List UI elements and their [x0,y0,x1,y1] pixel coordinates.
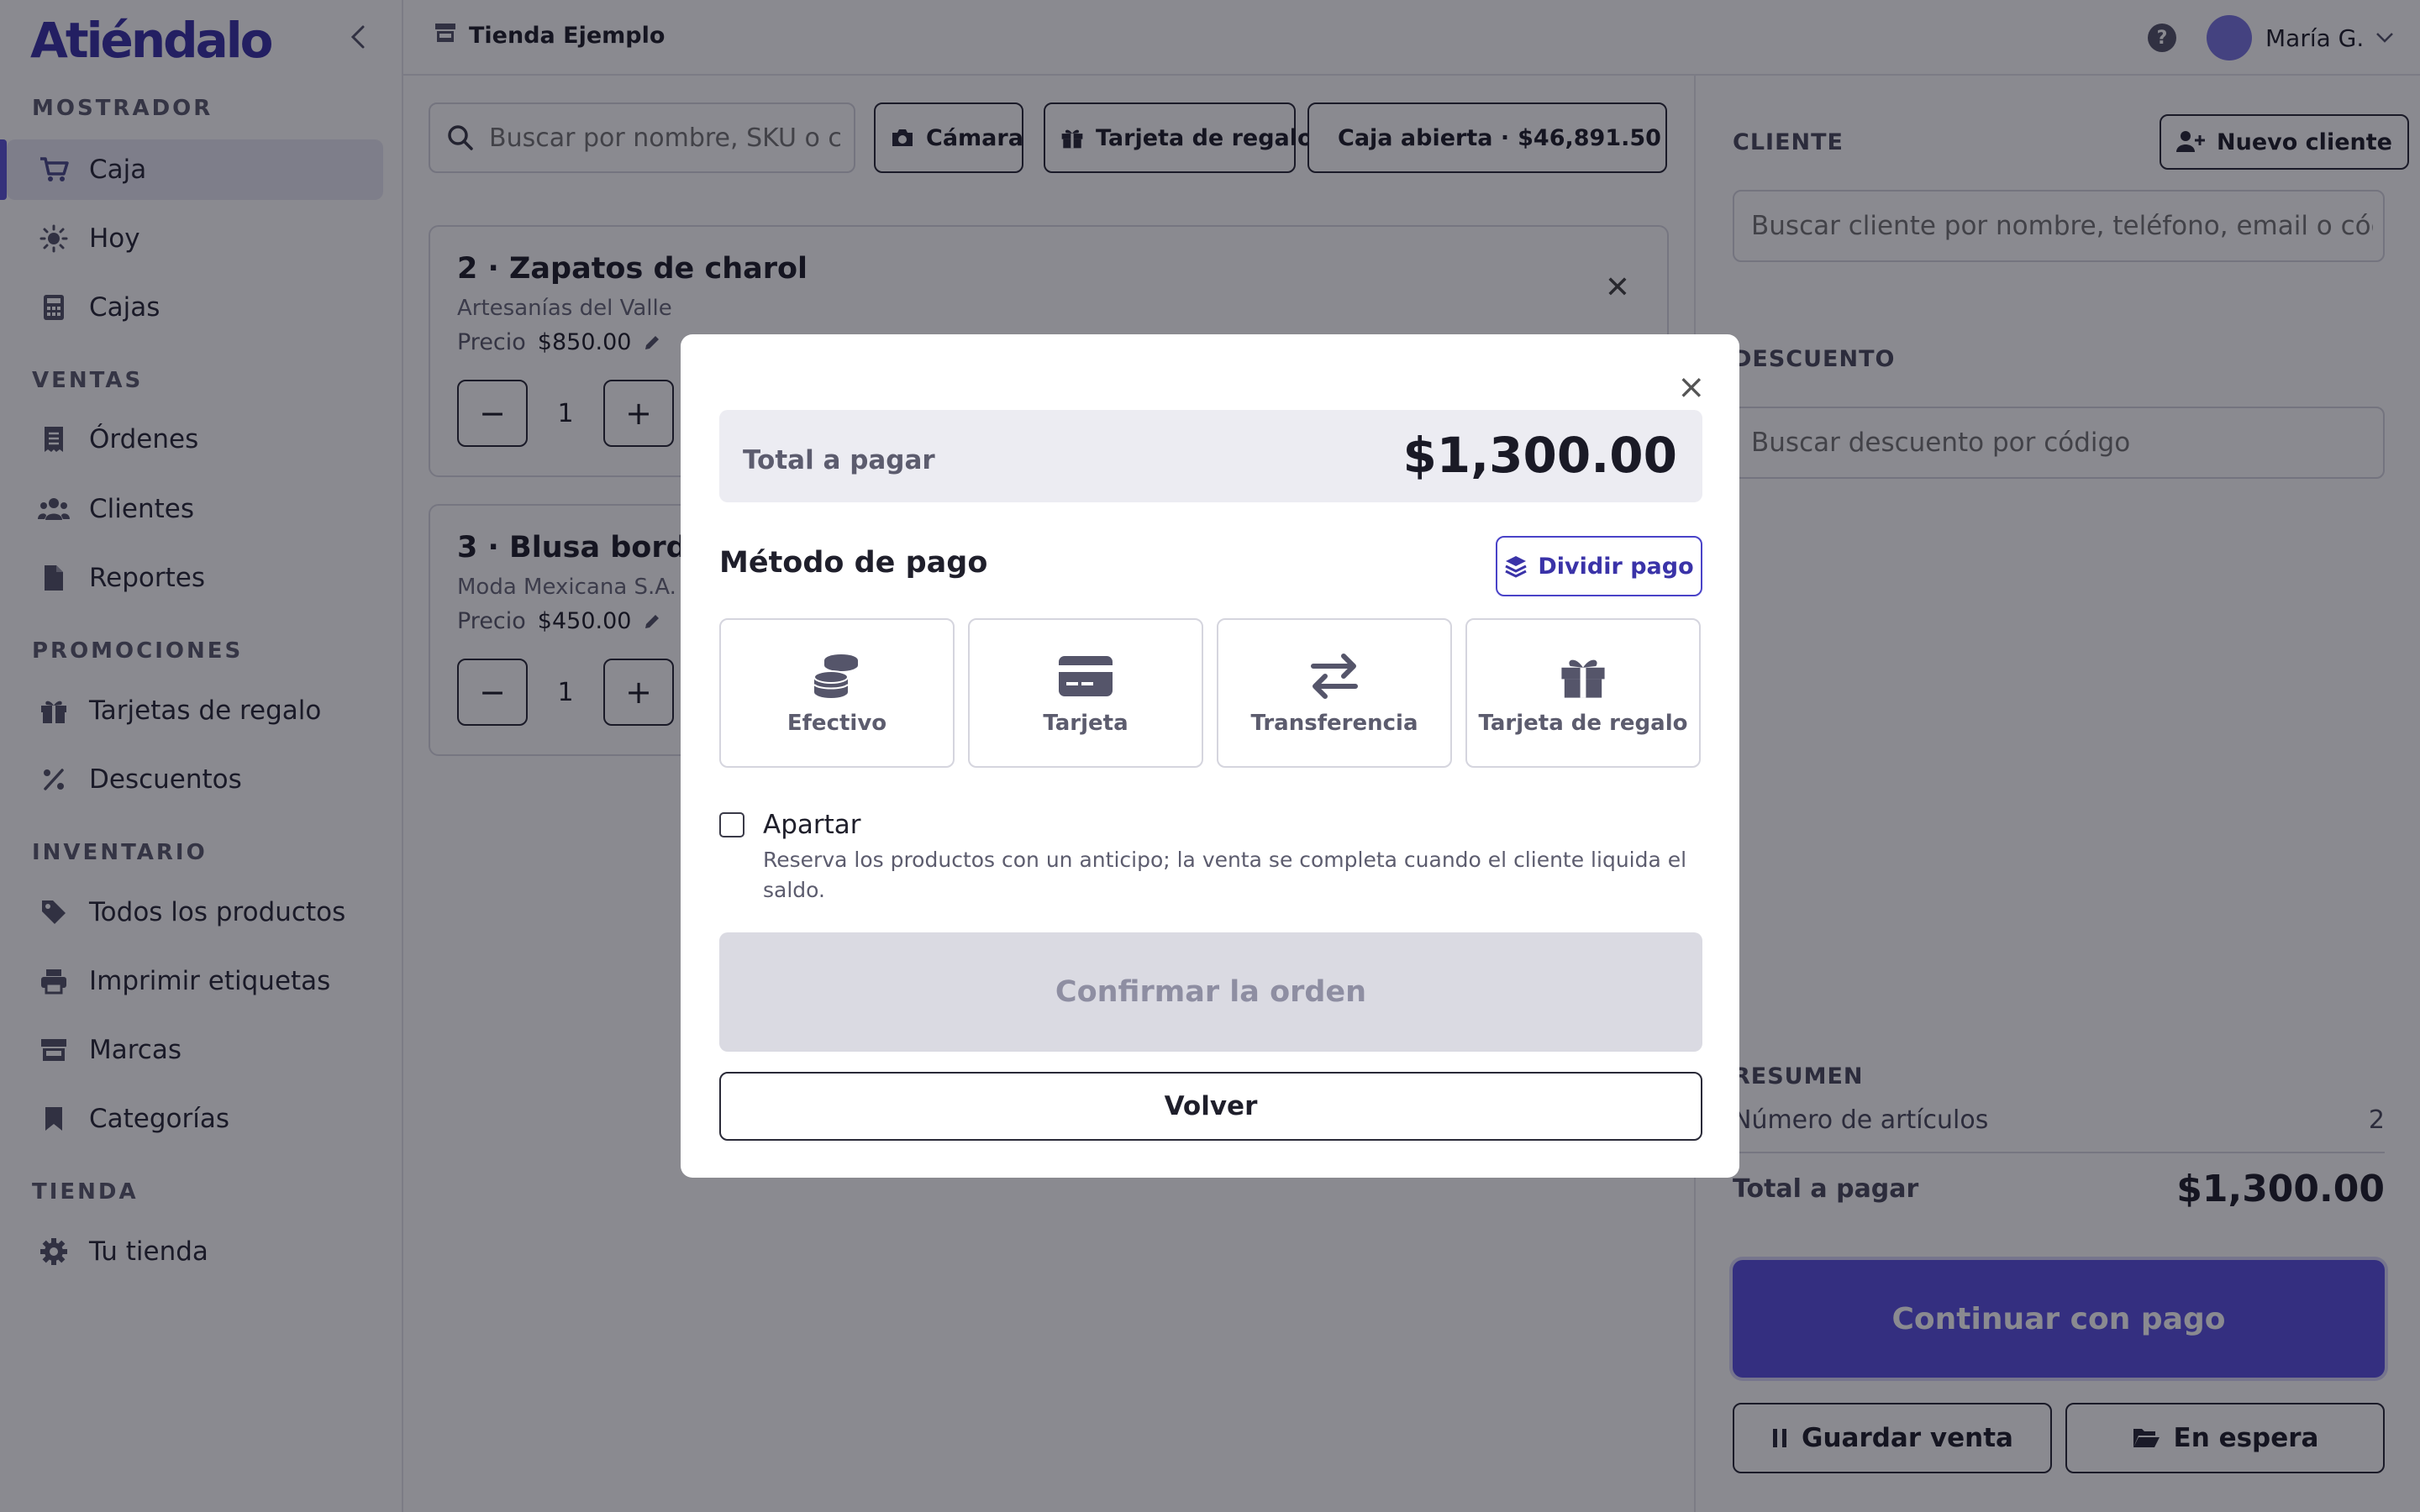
credit-card-icon [1058,650,1113,702]
confirm-order-button[interactable]: Confirmar la orden [719,932,1702,1052]
back-button[interactable]: Volver [719,1072,1702,1141]
payment-method-title: Método de pago [719,546,988,580]
payment-method-label: Efectivo [786,711,887,736]
gift-icon [1559,650,1607,702]
layers-icon [1504,554,1528,578]
close-modal-button[interactable]: × [1677,368,1706,407]
total-due-box: Total a pagar $1,300.00 [719,410,1702,502]
apartar-checkbox[interactable] [719,812,744,837]
payment-modal: × Total a pagar $1,300.00 Método de pago… [681,334,1739,1178]
payment-method-label: Transferencia [1250,711,1418,736]
payment-method-label: Tarjeta de regalo [1478,711,1688,736]
split-payment-label: Dividir pago [1538,553,1694,580]
apartar-description: Reserva los productos con un anticipo; l… [763,848,1687,902]
total-due-value: $1,300.00 [1402,427,1677,484]
split-payment-button[interactable]: Dividir pago [1496,536,1702,596]
payment-method-gift-card[interactable]: Tarjeta de regalo [1465,618,1701,768]
transfer-arrows-icon [1310,650,1359,702]
total-due-label: Total a pagar [743,445,935,475]
payment-method-label: Tarjeta [1043,711,1128,736]
payment-method-transfer[interactable]: Transferencia [1217,618,1452,768]
payment-method-card[interactable]: Tarjeta [968,618,1203,768]
apartar-option[interactable]: Apartar [719,810,861,840]
apartar-label: Apartar [763,810,861,840]
coins-icon [813,650,861,702]
payment-method-cash[interactable]: Efectivo [719,618,955,768]
